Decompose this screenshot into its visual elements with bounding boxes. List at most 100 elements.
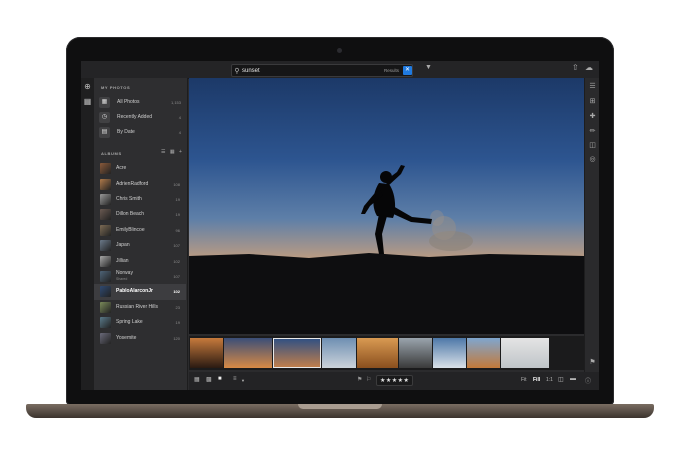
album-count: 107 <box>173 273 180 279</box>
grid-view-icon[interactable]: ▦ <box>170 149 175 155</box>
album-count: 19 <box>175 320 180 326</box>
sidebar-item-album[interactable]: Chris Smith 19 <box>94 192 186 207</box>
sidebar-item-album[interactable]: AdrienRadford 108 <box>94 176 186 191</box>
add-icon[interactable]: ⊕ <box>83 82 92 91</box>
filmstrip-thumbnail[interactable] <box>467 338 500 368</box>
photo-silhouette <box>189 165 584 334</box>
top-bar: ⚲ Results ✕ ▼ ⇧ ☁ <box>81 61 599 79</box>
square-grid-icon[interactable]: ▦ <box>194 376 200 383</box>
healing-icon[interactable]: ✚ <box>588 112 597 120</box>
sidebar-item-album[interactable]: Yosemite 120 <box>94 330 186 345</box>
cloud-icon[interactable]: ☁ <box>585 63 593 72</box>
album-name: AdrienRadford <box>116 180 149 187</box>
tag-icon[interactable]: ⚑ <box>588 358 597 366</box>
album-name: Chris Smith <box>116 195 142 202</box>
album-count: 107 <box>173 243 180 249</box>
album-count: 102 <box>173 258 180 264</box>
sidebar-item-album[interactable]: EmilyBlincoe 96 <box>94 223 186 238</box>
sidebar-item-album[interactable]: Acre <box>94 161 186 176</box>
zoom-fill-button[interactable]: Fill <box>533 377 540 383</box>
bottom-bar: ▦ ▩ ■ ≡ ▼ ⚑ ⚐ ★★★★★ Fit Fill 1:1 ◫ ▬ ⓘ <box>189 372 599 390</box>
flag-reject-icon[interactable]: ⚐ <box>366 376 371 383</box>
sidebar-item-album[interactable]: Japan 107 <box>94 238 186 253</box>
info-icon[interactable]: ⓘ <box>585 376 591 385</box>
laptop-notch <box>298 404 382 409</box>
filmstrip-thumbnail[interactable] <box>357 338 398 368</box>
sidebar-item-album[interactable]: Jillian 102 <box>94 253 186 268</box>
filmstrip-thumbnail[interactable] <box>501 338 549 368</box>
share-icon[interactable]: ⇧ <box>572 63 579 72</box>
album-thumbnail <box>100 224 111 236</box>
album-name: Dillon Beach <box>116 211 145 218</box>
sidebar-item-by-date[interactable]: ▤ By Date 4 <box>99 125 185 139</box>
list-view-icon[interactable]: ☰ <box>161 149 165 155</box>
crop-icon[interactable]: ⊞ <box>588 97 597 105</box>
search-icon: ⚲ <box>234 67 240 75</box>
album-name: Acre <box>116 165 127 172</box>
album-count: 19 <box>175 212 180 218</box>
sidebar-item-all-photos[interactable]: ▦ All Photos 1,153 <box>99 95 185 109</box>
sidebar-item-album[interactable]: PabloAlarconJr 102 <box>94 284 186 300</box>
brush-icon[interactable]: ✏ <box>588 127 597 135</box>
album-thumbnail <box>100 163 111 175</box>
album-thumbnail <box>100 209 111 221</box>
add-album-icon[interactable]: + <box>179 149 182 155</box>
album-count: 19 <box>175 196 180 202</box>
photos-icon: ▦ <box>99 96 110 108</box>
album-count: 23 <box>175 304 180 310</box>
filmstrip-thumbnail[interactable] <box>273 338 321 368</box>
chevron-down-icon[interactable]: ▼ <box>241 378 245 383</box>
sidebar-item-album[interactable]: Russian River Hills 23 <box>94 300 186 315</box>
nav-label: By Date <box>117 129 135 135</box>
album-name: Jillian <box>116 257 129 264</box>
star-rating[interactable]: ★★★★★ <box>376 375 414 386</box>
albums-header: ALBUMS <box>101 151 122 156</box>
album-shared-label: Shared <box>116 276 128 281</box>
zoom-1to1-button[interactable]: 1:1 <box>546 377 553 383</box>
album-name: Russian River Hills <box>116 303 158 310</box>
zoom-fit-button[interactable]: Fit <box>521 377 527 383</box>
sidebar-item-recently-added[interactable]: ◷ Recently Added 4 <box>99 110 185 124</box>
filmstrip-thumbnail[interactable] <box>224 338 272 368</box>
flag-pick-icon[interactable]: ⚑ <box>357 376 362 383</box>
clock-icon: ◷ <box>99 111 110 123</box>
main-photo[interactable] <box>189 78 584 334</box>
sliders-icon[interactable]: ☰ <box>588 82 597 90</box>
compare-icon[interactable]: ◫ <box>558 376 564 383</box>
album-name: PabloAlarconJr <box>116 288 153 295</box>
nav-count: 4 <box>178 129 181 135</box>
clear-search-button[interactable]: ✕ <box>403 66 412 75</box>
calendar-icon: ▤ <box>99 126 110 138</box>
filter-icon[interactable]: ▼ <box>425 64 432 71</box>
filmstrip-toggle-icon[interactable]: ▬ <box>570 376 576 382</box>
filmstrip-thumbnail[interactable] <box>190 338 223 368</box>
detail-view-icon[interactable]: ■ <box>218 376 222 382</box>
album-name: Yosemite <box>116 334 137 341</box>
right-tool-strip: ☰ ⊞ ✚ ✏ ◫ ◎ ⚑ <box>584 78 599 372</box>
filmstrip-thumbnail[interactable] <box>399 338 432 368</box>
album-name: Spring Lake <box>116 319 143 326</box>
album-name: Norway Shared <box>116 270 173 282</box>
sidebar-item-album[interactable]: Norway Shared 107 <box>94 269 186 284</box>
album-count: 102 <box>173 289 180 295</box>
results-label: Results <box>383 68 399 73</box>
radial-icon[interactable]: ◎ <box>588 155 597 163</box>
nav-count: 4 <box>178 114 181 120</box>
album-tools: ☰ ▦ + <box>158 149 182 155</box>
grid-icon[interactable]: ▩ <box>206 376 212 383</box>
sidebar-item-album[interactable]: Dillon Beach 19 <box>94 207 186 222</box>
my-photos-header: MY PHOTOS <box>101 85 131 90</box>
sidebar-item-album[interactable]: Spring Lake 19 <box>94 315 186 330</box>
filmstrip-thumbnail[interactable] <box>433 338 466 368</box>
sidebar: MY PHOTOS ▦ All Photos 1,153 ◷ Recently … <box>94 78 188 390</box>
album-thumbnail <box>100 240 111 252</box>
gradient-icon[interactable]: ◫ <box>588 141 597 149</box>
search-box[interactable]: ⚲ Results ✕ <box>231 64 413 77</box>
filmstrip-thumbnail[interactable] <box>322 338 356 368</box>
sort-icon[interactable]: ≡ <box>233 376 237 382</box>
library-icon[interactable]: ▦ <box>83 97 92 106</box>
album-thumbnail <box>100 301 111 313</box>
search-input[interactable] <box>242 65 384 76</box>
album-thumbnail <box>100 317 111 329</box>
album-thumbnail <box>100 332 111 344</box>
